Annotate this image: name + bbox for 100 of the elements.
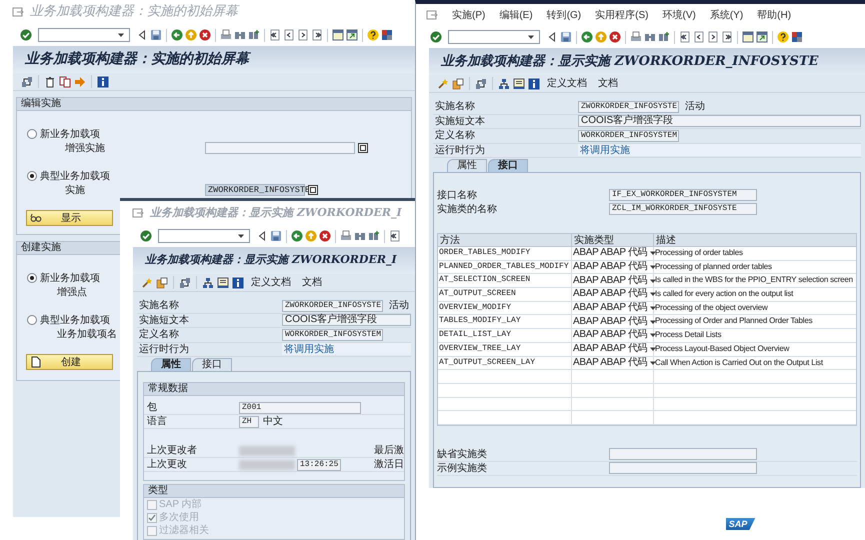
toolbar-button[interactable]: 文档 [594, 76, 622, 91]
type-dropdown[interactable]: ABAP ABAP 代码 [572, 315, 654, 328]
table-cell: OVERVIEW_MODIFY [438, 302, 572, 314]
type-dropdown[interactable]: ABAP ABAP 代码 [572, 342, 654, 356]
table-cell: ORDER_TABLES_MODIFY [438, 247, 572, 260]
window-title: 业务加载项构建器：实施的初始屏幕 [30, 3, 238, 22]
type-dropdown[interactable]: ABAP ABAP 代码 [572, 302, 654, 314]
option-label: 典型业务加载项 [40, 314, 110, 328]
tab[interactable]: 属性 [151, 358, 191, 371]
menu-item[interactable]: 实施(P) [452, 8, 486, 22]
display-button[interactable]: 显示 [26, 210, 113, 226]
table-cell: DETAIL_LIST_LAY [438, 329, 572, 342]
field-label: 增强实施 [65, 142, 106, 156]
field-label: 定义名称 [138, 328, 180, 342]
checkbox-label: SAP 内部 [159, 498, 202, 512]
type-dropdown[interactable]: ABAP ABAP 代码 [572, 260, 654, 274]
option-label: 典型业务加载项 [40, 170, 110, 184]
column-header[interactable]: 实施类型 [572, 234, 654, 247]
tab[interactable]: 接口 [192, 358, 232, 371]
type-dropdown[interactable]: ABAP ABAP 代码 [572, 288, 654, 301]
toolbar-button[interactable]: 定义文档 [543, 76, 591, 91]
table-cell-text: Process Detail Lists [654, 329, 722, 342]
screen-title: 业务加载项构建器：实施的初始屏幕 [25, 50, 249, 69]
display-field: ZWORKORDER_INFOSYSTE [282, 300, 383, 312]
table-cell-text: Process Layout-Based Object Overview [654, 342, 790, 355]
screen-title: 业务加载项构建器：显示实施 ZWORKORDER_INFOSYSTE [441, 52, 818, 71]
field-label: 缺省实施类 [437, 448, 488, 462]
display-field: WORKORDER_INFOSYSTEM [282, 328, 383, 341]
field-label: 实施 [65, 184, 86, 198]
display-field: ZH [239, 416, 259, 428]
field-label: 业务加载项名 [57, 328, 117, 342]
field-label: 包 [147, 401, 158, 415]
display-field: WORKORDER_INFOSYSTEM [578, 130, 679, 142]
display-field: Z001 [239, 402, 361, 414]
field-label: 最后激 [374, 444, 404, 458]
value-text: 中文 [263, 414, 283, 429]
field-label: 定义名称 [434, 128, 476, 144]
field-label: 实施名称 [434, 100, 476, 114]
table-cell: TABLES_MODIFY_LAY [438, 315, 572, 328]
table-cell-text: Processing of Order and Planned Order Tables [654, 315, 814, 328]
display-field: ZWORKORDER_INFOSYSTE [578, 100, 679, 113]
column-header[interactable]: 方法 [438, 234, 572, 247]
table-cell-text: Processing of order tables [654, 247, 744, 259]
column-header[interactable]: 描述 [654, 234, 856, 247]
field-label: 上次更改者 [147, 444, 198, 458]
menu-item[interactable]: 系统(Y) [710, 8, 744, 22]
table-cell-text: Call When Action is Carried Out on the Output List [654, 356, 824, 369]
table-cell-text: Processing of planned order tables [654, 260, 773, 273]
table-cell-text: Is called for every action on the output list [654, 288, 794, 300]
field-label: 实施类的名称 [437, 202, 498, 216]
field-label: 激活日 [374, 458, 404, 472]
menu-item[interactable]: 编辑(E) [499, 8, 533, 22]
table-cell: OVERVIEW_TREE_LAY [438, 342, 572, 356]
field-label: 语言 [147, 414, 168, 429]
table-cell-text: Processing of the object overview [654, 302, 769, 314]
display-field: IF_EX_WORKORDER_INFOSYSTEM [609, 189, 757, 201]
tab[interactable]: 接口 [488, 159, 528, 172]
field-label: 运行时行为 [434, 144, 486, 158]
type-dropdown[interactable]: ABAP ABAP 代码 [572, 247, 654, 260]
screen-title: 业务加载项构建器：显示实施 ZWORKORDER_I [145, 252, 397, 268]
toolbar-button[interactable]: 定义文档 [247, 275, 295, 290]
table-cell: AT_OUTPUT_SCREEN [438, 288, 572, 301]
toolbar-button[interactable]: 文档 [298, 275, 326, 290]
option-label: 新业务加载项 [40, 128, 100, 142]
type-dropdown[interactable]: ABAP ABAP 代码 [572, 274, 654, 288]
status-text: 活动 [685, 100, 705, 114]
group-title: 类型 [148, 485, 168, 497]
status-text: 活动 [389, 299, 409, 314]
sap-logo: SAP [726, 518, 756, 530]
create-button[interactable]: 创建 [26, 354, 113, 370]
option-label: 新业务加载项 [40, 272, 100, 286]
field-label: 实施短文本 [138, 314, 190, 328]
field-label: 实施名称 [138, 298, 180, 314]
table-cell: AT_SELECTION_SCREEN [438, 274, 572, 288]
checkbox-label: 过滤器相关 [159, 524, 209, 538]
table-cell-text: Is called in the WBS for the PPIO_ENTRY selection screen [654, 274, 854, 286]
display-field: ZCL_IM_WORKORDER_INFOSYSTE [609, 203, 757, 215]
display-field: 13:26:25 [297, 458, 341, 470]
type-dropdown[interactable]: ABAP ABAP 代码 [572, 329, 654, 342]
group-title: 常规数据 [148, 383, 188, 395]
field-label: 增强点 [57, 286, 87, 300]
display-field: COOIS客户增强字段 [282, 314, 411, 326]
field-label: 接口名称 [437, 188, 478, 202]
menu-item[interactable]: 环境(V) [662, 8, 696, 22]
table-cell: AT_OUTPUT_SCREEN_LAY [438, 356, 572, 370]
field-label: 运行时行为 [138, 342, 190, 357]
field-label: 示例实施类 [437, 462, 488, 476]
table-cell: PLANNED_ORDER_TABLES_MODIFY [438, 260, 572, 274]
menu-item[interactable]: 实用程序(S) [595, 8, 648, 22]
display-field: COOIS客户增强字段 [578, 115, 861, 128]
menu-item[interactable]: 转到(G) [546, 8, 582, 22]
group-title: 编辑实施 [21, 98, 61, 110]
menu-item[interactable]: 帮助(H) [757, 8, 792, 22]
field-label: 实施短文本 [434, 114, 486, 129]
field-label: 上次更改 [147, 458, 188, 472]
type-dropdown[interactable]: ABAP ABAP 代码 [572, 356, 654, 370]
checkbox-label: 多次使用 [159, 511, 199, 524]
group-title: 创建实施 [21, 242, 61, 254]
window-title: 业务加载项构建器：显示实施 ZWORKORDER_I [150, 204, 402, 221]
tab[interactable]: 属性 [447, 159, 487, 172]
